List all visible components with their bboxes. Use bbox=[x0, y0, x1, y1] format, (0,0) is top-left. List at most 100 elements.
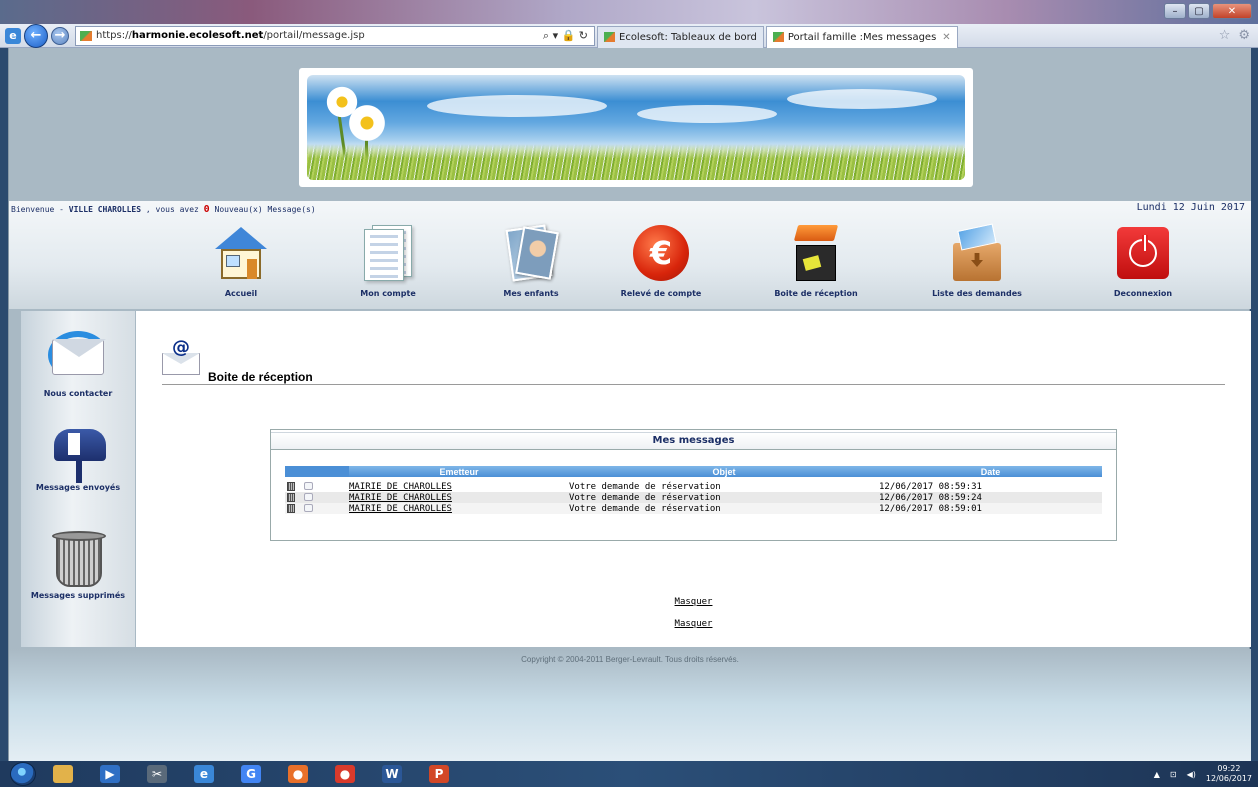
table-row[interactable]: MAIRIE DE CHAROLLES Votre demande de rés… bbox=[285, 481, 1102, 492]
footer: Copyright © 2004-2011 Berger-Levrault. T… bbox=[9, 649, 1251, 761]
taskbar-app-snipping-tool[interactable]: ✂ bbox=[137, 762, 177, 786]
nav-releve-de-compte[interactable]: € Relevé de compte bbox=[601, 223, 721, 298]
media-player-icon: ▶ bbox=[100, 765, 120, 783]
euro-icon: € bbox=[631, 223, 691, 283]
tab-favicon-icon bbox=[772, 32, 784, 42]
nav-deconnexion[interactable]: Deconnexion bbox=[1083, 223, 1203, 298]
message-subject: Votre demande de réservation bbox=[569, 481, 879, 492]
restore-button[interactable]: ▢ bbox=[1188, 3, 1210, 19]
sidebar-item-messages-envoyes[interactable]: Messages envoyés bbox=[21, 419, 135, 492]
nav-accueil[interactable]: Accueil bbox=[181, 223, 301, 298]
banner-image bbox=[307, 75, 965, 180]
sidebar-item-label: Messages supprimés bbox=[30, 591, 126, 600]
nav-label: Mes enfants bbox=[503, 289, 559, 298]
tab-label: Ecolesoft: Tableaux de bord bbox=[619, 31, 757, 43]
taskbar-app-internet-explorer[interactable]: e bbox=[184, 762, 224, 786]
sidebar-item-nous-contacter[interactable]: Nous contacter bbox=[21, 325, 135, 398]
clock[interactable]: 09:22 12/06/2017 bbox=[1206, 764, 1252, 784]
taskbar-apps: ▶ ✂ e G ● ● W P bbox=[36, 762, 459, 786]
main-nav: Bienvenue - VILLE CHAROLLES , vous avez … bbox=[9, 201, 1251, 309]
browser-tools: ☆ ⚙ bbox=[1219, 28, 1250, 43]
main-content: @ Boite de réception Mes messages Emette… bbox=[136, 311, 1251, 647]
column-date[interactable]: Date bbox=[879, 466, 1102, 477]
nav-boite-de-reception[interactable]: Boite de réception bbox=[756, 223, 876, 298]
ie-page-icon: e bbox=[5, 27, 21, 44]
sidebar: Nous contacter Messages envoyés Messages… bbox=[21, 311, 135, 647]
taskbar-app-powerpoint[interactable]: P bbox=[419, 762, 459, 786]
read-envelope-icon bbox=[304, 493, 313, 501]
settings-gear-icon[interactable]: ⚙ bbox=[1238, 28, 1250, 43]
table-row[interactable]: MAIRIE DE CHAROLLES Votre demande de rés… bbox=[285, 492, 1102, 503]
table-header-row: Emetteur Objet Date bbox=[285, 466, 1102, 477]
house-icon bbox=[211, 223, 271, 283]
taskbar-app-firefox[interactable]: ● bbox=[278, 762, 318, 786]
page-title: Boite de réception bbox=[208, 370, 313, 384]
column-emetteur[interactable]: Emetteur bbox=[349, 466, 569, 477]
tab-favicon-icon bbox=[604, 32, 615, 42]
message-date: 12/06/2017 08:59:24 bbox=[879, 492, 1102, 503]
tab-tableaux-de-bord[interactable]: Ecolesoft: Tableaux de bord bbox=[597, 25, 764, 48]
welcome-mid: , vous avez bbox=[141, 205, 204, 214]
hide-link-container: Masquer bbox=[136, 619, 1251, 629]
show-hidden-icons-icon[interactable]: ▲ bbox=[1154, 770, 1160, 779]
trash-icon bbox=[48, 527, 108, 587]
delete-message-icon[interactable] bbox=[287, 492, 295, 502]
column-objet[interactable]: Objet bbox=[569, 466, 879, 477]
message-sender-link[interactable]: MAIRIE DE CHAROLLES bbox=[349, 482, 452, 492]
message-subject: Votre demande de réservation bbox=[569, 492, 879, 503]
back-button[interactable]: ← bbox=[24, 23, 48, 48]
delete-message-icon[interactable] bbox=[287, 481, 295, 491]
nav-liste-des-demandes[interactable]: Liste des demandes bbox=[917, 223, 1037, 298]
network-icon[interactable]: ⊡ bbox=[1170, 770, 1177, 779]
clock-time: 09:22 bbox=[1217, 764, 1241, 773]
taskbar-app-chrome[interactable]: ● bbox=[325, 762, 365, 786]
photos-icon bbox=[501, 223, 561, 283]
grass bbox=[307, 144, 965, 180]
table-row[interactable]: MAIRIE DE CHAROLLES Votre demande de rés… bbox=[285, 503, 1102, 514]
close-tab-icon[interactable]: ✕ bbox=[942, 32, 950, 43]
taskbar-app-word[interactable]: W bbox=[372, 762, 412, 786]
browser-toolbar: e ← → https://harmonie.ecolesoft.net/por… bbox=[0, 23, 1258, 48]
message-subject: Votre demande de réservation bbox=[569, 503, 879, 514]
taskbar-app-google[interactable]: G bbox=[231, 762, 271, 786]
taskbar: ▶ ✂ e G ● ● W P ▲ ⊡ ◀) 09:22 12/06/2017 bbox=[0, 761, 1258, 787]
daisy-flower bbox=[347, 103, 387, 143]
messages-panel: Mes messages Emetteur Objet Date MAIRIE … bbox=[270, 429, 1117, 541]
copyright-text: Copyright © 2004-2011 Berger-Levrault. T… bbox=[521, 655, 739, 664]
minimize-button[interactable]: – bbox=[1164, 3, 1186, 19]
url-path: /portail/message.jsp bbox=[263, 30, 365, 41]
sidebar-item-label: Nous contacter bbox=[43, 389, 113, 398]
explorer-icon bbox=[53, 765, 73, 783]
masquer-link[interactable]: Masquer bbox=[675, 597, 713, 607]
page-content: Bienvenue - VILLE CHAROLLES , vous avez … bbox=[8, 48, 1251, 761]
tab-mes-messages[interactable]: Portail famille :Mes messages ✕ bbox=[765, 25, 958, 48]
nav-mon-compte[interactable]: Mon compte bbox=[328, 223, 448, 298]
volume-icon[interactable]: ◀) bbox=[1187, 770, 1196, 779]
masquer-link[interactable]: Masquer bbox=[675, 619, 713, 629]
contact-envelope-icon bbox=[48, 325, 108, 385]
favorites-star-icon[interactable]: ☆ bbox=[1219, 28, 1231, 43]
welcome-prefix: Bienvenue - bbox=[11, 205, 69, 214]
message-sender-link[interactable]: MAIRIE DE CHAROLLES bbox=[349, 504, 452, 514]
address-bar[interactable]: https://harmonie.ecolesoft.net/portail/m… bbox=[75, 25, 595, 46]
nav-label: Accueil bbox=[224, 289, 258, 298]
window-controls: – ▢ ✕ bbox=[1164, 3, 1252, 19]
column-actions bbox=[285, 466, 349, 477]
start-button[interactable] bbox=[10, 762, 36, 786]
user-name: VILLE CHAROLLES bbox=[68, 205, 142, 214]
forward-button[interactable]: → bbox=[51, 26, 69, 45]
chrome-icon: ● bbox=[335, 765, 355, 783]
address-tools[interactable]: ⌕ ▾ 🔒 ↻ bbox=[543, 29, 588, 43]
firefox-icon: ● bbox=[288, 765, 308, 783]
taskbar-app-media-player[interactable]: ▶ bbox=[90, 762, 130, 786]
read-envelope-icon bbox=[304, 482, 313, 490]
tab-label: Portail famille :Mes messages bbox=[787, 31, 937, 43]
nav-label: Boite de réception bbox=[774, 289, 858, 298]
sidebar-item-label: Messages envoyés bbox=[35, 483, 121, 492]
close-window-button[interactable]: ✕ bbox=[1212, 3, 1252, 19]
taskbar-app-explorer[interactable] bbox=[43, 762, 83, 786]
delete-message-icon[interactable] bbox=[287, 503, 295, 513]
nav-mes-enfants[interactable]: Mes enfants bbox=[471, 223, 591, 298]
message-sender-link[interactable]: MAIRIE DE CHAROLLES bbox=[349, 493, 452, 503]
sidebar-item-messages-supprimes[interactable]: Messages supprimés bbox=[21, 527, 135, 600]
